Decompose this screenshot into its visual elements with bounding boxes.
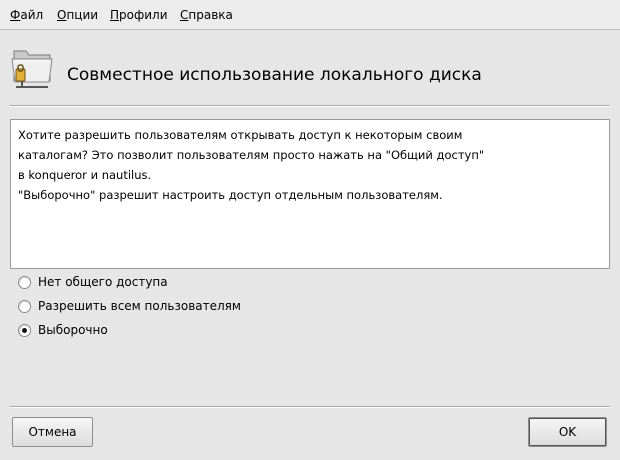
menu-file[interactable]: Файл [10,8,43,22]
cancel-button[interactable]: Отмена [12,417,93,447]
menu-bar: Файл Опции Профили Справка [0,0,620,30]
description-textbox[interactable]: Хотите разрешить пользователям открывать… [10,119,610,269]
radio-label: Разрешить всем пользователям [38,299,241,313]
radio-button[interactable] [18,299,31,313]
description-line: "Выборочно" разрешит настроить доступ от… [18,188,443,202]
ok-button[interactable]: OK [528,417,607,447]
radio-button[interactable] [18,275,31,289]
radio-label: Выборочно [38,323,108,337]
radio-selective[interactable]: Выборочно [18,321,108,339]
description-line: каталогам? Это позволит пользователям пр… [18,148,485,162]
description-line: Хотите разрешить пользователям открывать… [18,128,463,142]
radio-button[interactable] [18,323,31,337]
page-title: Совместное использование локального диск… [67,65,482,85]
shared-folder-icon [11,50,53,88]
radio-no-sharing[interactable]: Нет общего доступа [18,273,168,291]
menu-help[interactable]: Справка [180,8,233,22]
radio-label: Нет общего доступа [38,275,168,289]
footer-divider [10,406,610,408]
header-divider [10,105,610,107]
description-line: в konqueror и nautilus. [18,168,152,182]
menu-profiles[interactable]: Профили [110,8,168,22]
radio-allow-all[interactable]: Разрешить всем пользователям [18,297,241,315]
menu-options[interactable]: Опции [57,8,98,22]
header: Совместное использование локального диск… [0,31,620,105]
